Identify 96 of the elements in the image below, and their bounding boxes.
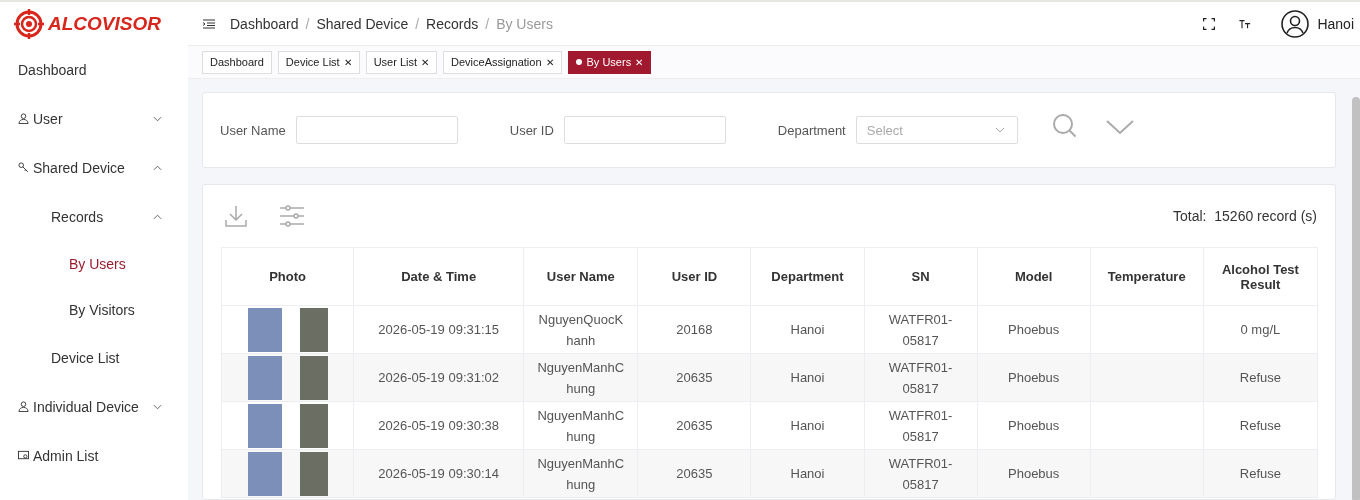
photo-placeholder [299, 307, 328, 352]
table-cell: NguyenManhChung [523, 401, 638, 450]
column-header: SN [864, 247, 978, 306]
table-cell: 20168 [637, 305, 751, 354]
search-icon[interactable] [1051, 113, 1078, 139]
filter-label: User Name [220, 122, 286, 138]
brand-name: ALCOVISOR [48, 12, 161, 35]
person-icon [18, 401, 29, 412]
close-icon[interactable]: ✕ [343, 56, 352, 68]
chevron-up-icon [153, 164, 162, 171]
table-cell: Phoebus [977, 305, 1091, 354]
table-cell: 2026-05-19 09:30:14 [353, 449, 524, 498]
table-cell: NguyenManhChung [523, 449, 638, 498]
breadcrumb-separator: / [305, 15, 310, 32]
column-header: Model [977, 247, 1091, 306]
column-header: User Name [523, 247, 638, 306]
table-cell: NguyenManhChung [523, 353, 638, 402]
page-tab[interactable]: User List ✕ [365, 50, 438, 74]
column-header: Photo [221, 247, 354, 306]
table-cell: WATFR01-05817 [864, 305, 978, 354]
input-field[interactable] [295, 116, 458, 144]
user-name[interactable]: Hanoi [1317, 15, 1354, 32]
table-cell: Hanoi [750, 353, 865, 402]
sidebar-item[interactable]: Device List [0, 333, 188, 382]
chevron-down-icon [994, 127, 1005, 133]
chevron-down-icon [153, 115, 162, 122]
sidebar-item[interactable]: By Visitors [0, 287, 188, 333]
breadcrumb-link[interactable]: Shared Device [316, 15, 409, 32]
breadcrumb-link[interactable]: Records [426, 15, 479, 32]
expand-chevron-icon[interactable] [1105, 119, 1134, 135]
photo-placeholder [299, 403, 328, 448]
close-icon[interactable]: ✕ [545, 56, 554, 68]
close-icon[interactable]: ✕ [635, 56, 644, 68]
table-cell: Phoebus [977, 401, 1091, 450]
chevron-up-icon [153, 213, 162, 220]
chevron-down-icon [153, 403, 162, 410]
photo-placeholder [247, 403, 282, 448]
close-icon[interactable]: ✕ [421, 56, 430, 68]
breadcrumb-separator: / [415, 15, 420, 32]
photo-placeholder [247, 451, 282, 496]
table-cell: 2026-05-19 09:31:15 [353, 305, 524, 354]
sliders-icon[interactable] [279, 204, 305, 228]
table-cell: WATFR01-05817 [864, 449, 978, 498]
table-cell: 2026-05-19 09:30:38 [353, 401, 524, 450]
target-logo-icon [14, 8, 44, 39]
table-cell: Hanoi [750, 401, 865, 450]
table-cell: Refuse [1203, 449, 1318, 498]
table-cell: 20635 [637, 449, 751, 498]
sidebar-item[interactable]: Individual Device [0, 382, 188, 431]
table-cell: 2026-05-19 09:31:02 [353, 353, 524, 402]
table-cell: Refuse [1203, 353, 1318, 402]
table-cell: NguyenQuocKhanh [523, 305, 638, 354]
photo-placeholder [299, 451, 328, 496]
key-icon [18, 162, 29, 173]
total-count: Total: 15260 record (s) [1173, 208, 1317, 224]
table-cell: Phoebus [977, 353, 1091, 402]
sidebar-item[interactable]: User [0, 94, 188, 143]
fullscreen-icon[interactable] [1203, 17, 1216, 30]
menu-icon[interactable] [203, 18, 215, 29]
font-size-icon[interactable] [1239, 17, 1252, 30]
monitor-icon [18, 450, 29, 461]
page-tab[interactable]: Device List ✕ [277, 50, 360, 74]
table-cell: Hanoi [750, 449, 865, 498]
sidebar-item[interactable]: By Users [0, 241, 188, 287]
photo-placeholder [299, 355, 328, 400]
sidebar-item[interactable]: Dashboard [0, 45, 188, 94]
table-cell: Hanoi [750, 305, 865, 354]
page-tab[interactable]: By Users ✕ [567, 50, 652, 74]
table-cell: WATFR01-05817 [864, 401, 978, 450]
table-cell: Refuse [1203, 401, 1318, 450]
column-header: Temperature [1090, 247, 1204, 306]
table-cell: 20635 [637, 401, 751, 450]
table-cell: 20635 [637, 353, 751, 402]
column-header: Date & Time [353, 247, 524, 306]
page-tab[interactable]: DeviceAssignation ✕ [443, 50, 562, 74]
sidebar-item[interactable]: Admin List [0, 431, 188, 480]
page-tab[interactable]: Dashboard [202, 50, 272, 74]
sidebar-item[interactable]: Shared Device [0, 143, 188, 192]
breadcrumb-separator: / [485, 15, 490, 32]
breadcrumb-link[interactable]: Dashboard [230, 15, 299, 32]
sidebar-item[interactable]: Records [0, 192, 188, 241]
column-header: User ID [637, 247, 751, 306]
filter-label: Department [777, 122, 846, 138]
filter-label: User ID [509, 122, 554, 138]
avatar-icon[interactable] [1281, 9, 1310, 38]
download-icon[interactable] [223, 204, 249, 228]
column-header: Department [750, 247, 865, 306]
table-cell: Phoebus [977, 449, 1091, 498]
input-field[interactable] [563, 116, 726, 144]
column-header: Alcohol Test Result [1203, 247, 1318, 306]
scrollbar[interactable] [1352, 97, 1360, 500]
photo-placeholder [247, 307, 282, 352]
photo-placeholder [247, 355, 282, 400]
table-cell: 0 mg/L [1203, 305, 1318, 354]
person-icon [18, 113, 29, 124]
table-cell: WATFR01-05817 [864, 353, 978, 402]
